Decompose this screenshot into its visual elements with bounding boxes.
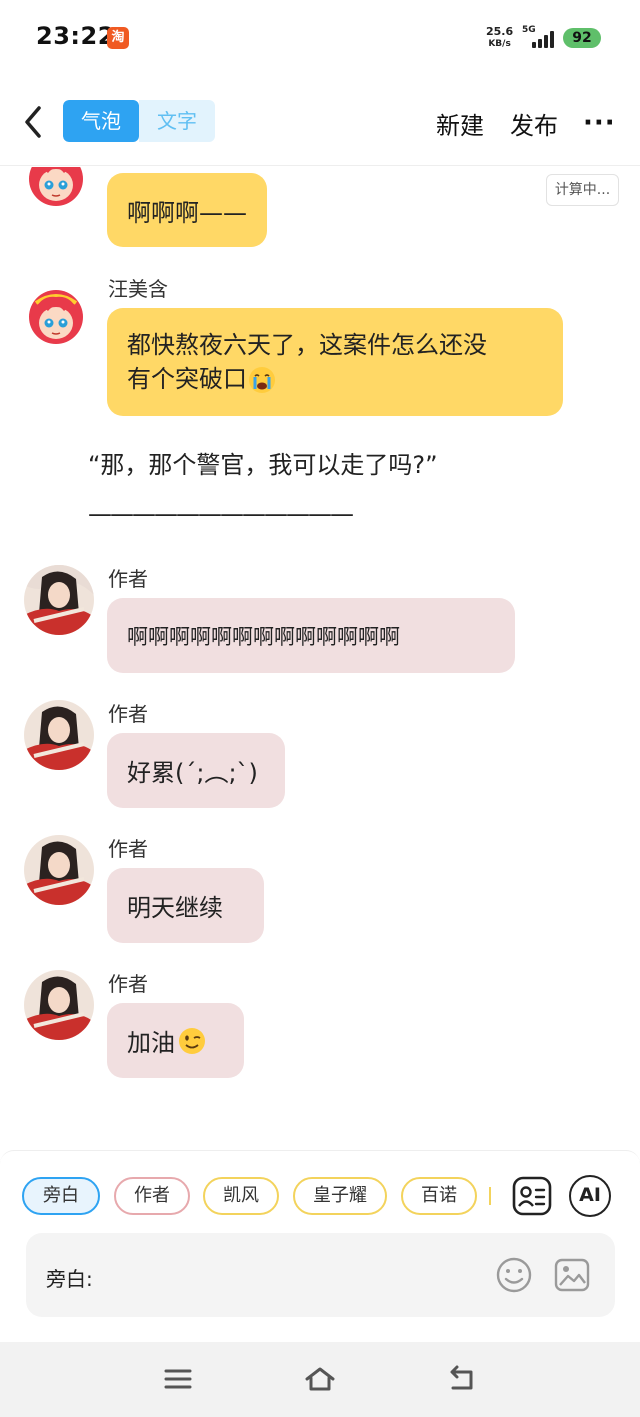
author-avatar[interactable] [24,565,94,635]
calculating-badge: 计算中... [546,174,619,206]
tab-bubble[interactable]: 气泡 [63,100,139,142]
role-chip-bainuo[interactable]: 百诺 [401,1177,477,1215]
speaker-name: 作者 [108,702,148,726]
speaker-name: 作者 [108,837,148,861]
editor-header: 气泡 文字 新建 发布 ··· [0,78,640,166]
message-text: 好累(´;︵;`) [127,759,258,787]
message-input[interactable]: 旁白: [26,1233,615,1317]
status-bar: 23:22 淘 25.6 KB/s 5G 92 [0,0,640,78]
signal-icon [532,31,554,48]
new-button[interactable]: 新建 [436,106,484,141]
network-speed-unit: KB/s [488,39,511,49]
speaker-name: 汪美含 [108,277,168,301]
author-portrait-icon [24,970,94,1040]
winking-face-icon [179,1027,205,1054]
author-portrait-icon [24,565,94,635]
publish-button[interactable]: 发布 [510,106,558,141]
battery-indicator: 92 [563,28,601,48]
status-time: 23:22 [36,22,115,50]
chat-bubble[interactable]: 加油 [107,1003,244,1078]
back-arrow-icon[interactable] [18,102,50,142]
message-text: 啊啊啊—— [127,198,247,227]
network-speed-value: 25.6 [486,25,514,38]
speaker-name: 作者 [108,567,148,591]
role-chip-huangziyao[interactable]: 皇子耀 [293,1177,387,1215]
input-role-label: 旁白: [46,1267,93,1291]
message-text-line: 有个突破口 [127,365,247,393]
chip-overflow-edge [489,1187,491,1205]
tab-text[interactable]: 文字 [139,100,215,142]
author-avatar[interactable] [24,970,94,1040]
narration-divider: ———————————— [88,500,354,528]
mode-toggle: 气泡 文字 [63,100,215,142]
back-nav-icon[interactable] [445,1364,479,1394]
chat-bubble[interactable]: 啊啊啊啊啊啊啊啊啊啊啊啊啊 [107,598,515,673]
message-text: 明天继续 [127,894,223,922]
ai-assist-button[interactable]: AI [569,1175,611,1217]
chat-bubble[interactable]: 都快熬夜六天了，这案件怎么还没 有个突破口 [107,308,563,416]
author-avatar[interactable] [24,835,94,905]
chat-bubble[interactable]: 明天继续 [107,868,264,943]
network-speed: 25.6 KB/s [486,26,513,50]
more-menu-icon[interactable]: ··· [583,108,616,138]
taobao-notification-icon: 淘 [107,27,129,49]
character-avatar[interactable] [26,167,86,209]
message-text: 加油 [127,1029,175,1057]
character-avatar[interactable] [26,287,86,347]
chat-area[interactable]: 计算中... 啊啊啊—— 汪美含 都快熬夜六天了，这案件怎么还没 有个突破口 “… [0,167,640,1147]
menu-icon[interactable] [161,1364,195,1394]
image-icon[interactable] [552,1255,592,1295]
role-chip-narration[interactable]: 旁白 [22,1177,100,1215]
author-portrait-icon [24,835,94,905]
message-text-line: 都快熬夜六天了，这案件怎么还没 [127,331,487,359]
crying-face-icon [249,367,275,393]
home-icon[interactable] [303,1364,337,1394]
author-portrait-icon [24,700,94,770]
role-input-panel: 旁白 作者 凯风 皇子耀 百诺 AI 旁白: [0,1150,640,1342]
speaker-name: 作者 [108,972,148,996]
chat-bubble[interactable]: 啊啊啊—— [107,173,267,247]
emoji-icon[interactable] [494,1255,534,1295]
role-chip-kaifeng[interactable]: 凯风 [203,1177,279,1215]
author-avatar[interactable] [24,700,94,770]
role-chip-author[interactable]: 作者 [114,1177,190,1215]
chat-bubble[interactable]: 好累(´;︵;`) [107,733,285,808]
narration-text[interactable]: “那，那个警官，我可以走了吗?” [88,445,438,480]
character-card-icon[interactable] [511,1175,553,1217]
message-text: 啊啊啊啊啊啊啊啊啊啊啊啊啊 [127,624,400,649]
system-nav-bar [0,1342,640,1417]
